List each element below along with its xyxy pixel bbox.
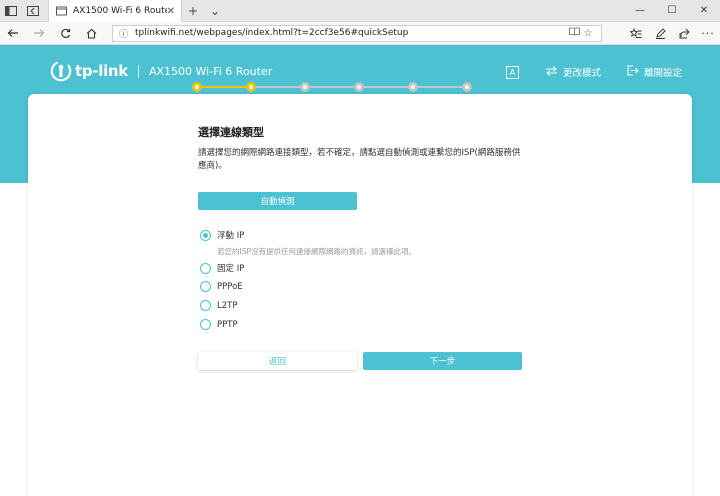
option-pppoe-label: PPPoE xyxy=(217,281,243,292)
new-tab-button[interactable]: + xyxy=(182,0,204,21)
browser-titlebar: AX1500 Wi-Fi 6 Router ✕ + ⌄ — ☐ ✕ xyxy=(0,0,720,22)
option-static-ip[interactable]: 固定 IP xyxy=(200,262,244,274)
radio-pptp[interactable] xyxy=(200,319,211,330)
quick-setup-card xyxy=(28,94,692,496)
stepper-connector xyxy=(251,86,305,88)
tab-close-icon[interactable]: ✕ xyxy=(167,6,175,17)
tab-back-icon[interactable] xyxy=(22,0,44,22)
address-field[interactable]: ⓘ tplinkwifi.net/webpages/index.html?t=2… xyxy=(112,24,602,42)
swap-arrows-icon xyxy=(545,65,558,79)
option-pppoe[interactable]: PPPoE xyxy=(200,281,243,292)
auto-detect-button[interactable]: 自動偵測 xyxy=(198,192,357,210)
brand: tp-link AX1500 Wi-Fi 6 Router xyxy=(50,60,272,82)
brand-divider xyxy=(137,64,139,78)
option-static-ip-label: 固定 IP xyxy=(217,264,245,274)
radio-l2tp[interactable] xyxy=(200,300,211,311)
stepper-connector xyxy=(197,86,251,88)
header-actions: A 更改模式 離開設定 xyxy=(480,65,682,79)
page-favicon-icon xyxy=(55,5,67,17)
forward-button[interactable] xyxy=(26,22,52,45)
language-icon: A xyxy=(505,65,519,79)
refresh-button[interactable] xyxy=(52,22,78,45)
web-note-pen-icon[interactable] xyxy=(648,22,672,45)
stepper-step-1 xyxy=(192,82,202,92)
close-window-button[interactable]: ✕ xyxy=(688,0,720,21)
minimize-button[interactable]: — xyxy=(624,0,656,21)
change-mode-label: 更改模式 xyxy=(562,68,601,79)
stepper-step-5 xyxy=(408,82,418,92)
more-menu-icon[interactable]: ··· xyxy=(696,22,720,45)
reading-view-icon[interactable] xyxy=(567,27,581,39)
stepper-connector xyxy=(413,86,467,88)
logout-button[interactable]: 離開設定 xyxy=(627,65,682,79)
logout-icon xyxy=(627,65,639,79)
stepper-step-6 xyxy=(462,82,472,92)
option-l2tp[interactable]: L2TP xyxy=(200,300,237,311)
option-dynamic-ip-label: 浮動 IP xyxy=(217,231,245,241)
favorite-star-icon[interactable]: ☆ xyxy=(581,28,595,39)
option-pptp[interactable]: PPTP xyxy=(200,319,238,330)
stepper-step-4 xyxy=(354,82,364,92)
url-text[interactable]: tplinkwifi.net/webpages/index.html?t=2cc… xyxy=(135,28,567,38)
setup-progress-stepper xyxy=(192,80,472,94)
router-model: AX1500 Wi-Fi 6 Router xyxy=(148,64,273,78)
stepper-connector xyxy=(305,86,359,88)
next-button[interactable]: 下一步 xyxy=(363,352,522,370)
router-page: tp-link AX1500 Wi-Fi 6 Router A 更改模式 離開設… xyxy=(0,45,720,496)
logout-label: 離開設定 xyxy=(643,68,682,79)
share-icon[interactable] xyxy=(672,22,696,45)
option-l2tp-label: L2TP xyxy=(217,300,238,311)
info-icon[interactable]: ⓘ xyxy=(119,27,129,40)
stepper-step-2 xyxy=(246,82,256,92)
tab-list-chevron-icon[interactable]: ⌄ xyxy=(204,0,226,21)
browser-toolbar: ⓘ tplinkwifi.net/webpages/index.html?t=2… xyxy=(0,22,720,45)
change-mode-button[interactable]: 更改模式 xyxy=(545,65,601,79)
back-button[interactable] xyxy=(0,22,26,45)
logo-text: tp-link xyxy=(75,62,128,80)
tp-link-logo-icon xyxy=(50,60,72,82)
stepper-connector xyxy=(359,86,413,88)
maximize-button[interactable]: ☐ xyxy=(656,0,688,21)
back-button-wizard[interactable]: 返回 xyxy=(198,352,357,370)
option-pptp-label: PPTP xyxy=(217,319,238,330)
home-button[interactable] xyxy=(78,22,104,45)
radio-dynamic-ip[interactable] xyxy=(200,229,211,241)
favorites-hub-icon[interactable] xyxy=(624,22,648,45)
radio-pppoe[interactable] xyxy=(200,281,211,292)
tab-title: AX1500 Wi-Fi 6 Router xyxy=(73,6,167,16)
tab-manager-icon[interactable] xyxy=(0,0,22,22)
stepper-step-3 xyxy=(300,82,310,92)
option-dynamic-ip[interactable]: 浮動 IP xyxy=(200,229,244,241)
radio-static-ip[interactable] xyxy=(200,262,211,274)
active-tab[interactable]: AX1500 Wi-Fi 6 Router ✕ xyxy=(48,0,182,22)
language-button[interactable]: A xyxy=(505,65,519,79)
